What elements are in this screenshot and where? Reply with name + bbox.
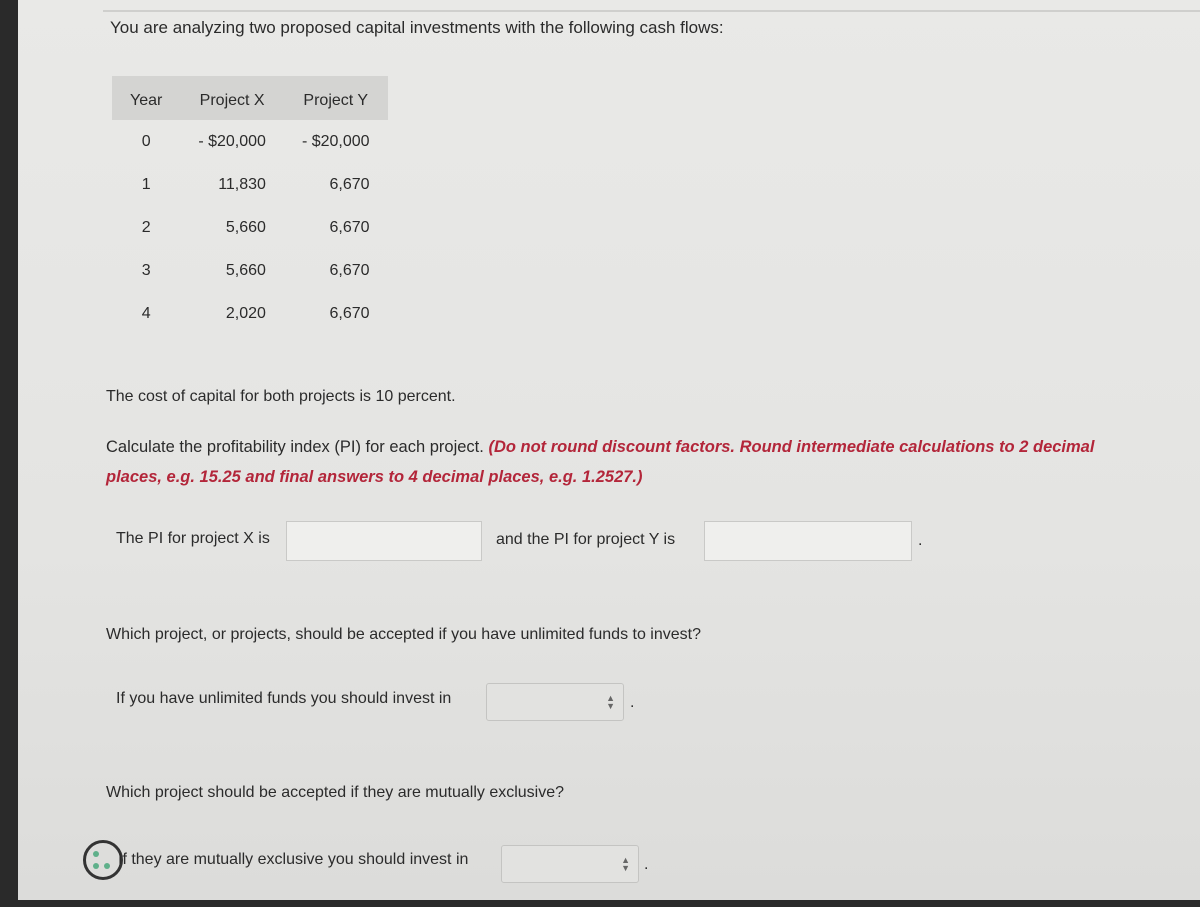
unlimited-question: Which project, or projects, should be ac… — [106, 626, 701, 643]
header-project-y: Project Y — [283, 76, 388, 120]
divider — [103, 10, 1200, 12]
project-y-cell: 6,670 — [329, 261, 370, 279]
instruction-main: Calculate the profitability index (PI) f… — [106, 438, 484, 456]
exclusive-select[interactable]: ▲ ▼ — [501, 845, 639, 883]
header-year: Year — [112, 76, 181, 120]
unlimited-select[interactable]: ▲ ▼ — [486, 683, 624, 721]
project-x-cell: 5,660 — [225, 261, 266, 279]
project-y-cell: 6,670 — [329, 175, 370, 193]
period: . — [630, 694, 635, 711]
period: . — [918, 532, 923, 549]
pi-x-label: The PI for project X is — [116, 530, 270, 547]
project-x-cell: 5,660 — [225, 218, 266, 236]
header-project-x: Project X — [180, 76, 284, 120]
select-arrows-icon: ▲ ▼ — [606, 693, 615, 711]
pi-x-input[interactable] — [286, 521, 482, 561]
table-row: 3 5,660 6,670 — [112, 249, 388, 292]
table-row: 4 2,020 6,670 — [112, 292, 388, 335]
project-y-cell: - $20,000 — [301, 132, 370, 150]
year-cell: 3 — [141, 261, 151, 279]
period: . — [644, 856, 649, 873]
table-row: 2 5,660 6,670 — [112, 206, 388, 249]
table-header-row: Year Project X Project Y — [112, 76, 388, 120]
exclusive-question: Which project should be accepted if they… — [106, 784, 565, 801]
year-cell: 0 — [141, 132, 151, 150]
year-cell: 2 — [141, 218, 151, 236]
unlimited-label: If you have unlimited funds you should i… — [116, 690, 452, 707]
table-row: 1 11,830 6,670 — [112, 163, 388, 206]
intro-text: You are analyzing two proposed capital i… — [110, 18, 724, 37]
project-x-cell: - $20,000 — [198, 132, 266, 150]
cash-flow-table: Year Project X Project Y 0 - $20,000 - $… — [112, 76, 388, 335]
project-y-cell: 6,670 — [329, 304, 370, 322]
select-arrows-icon: ▲ ▼ — [621, 855, 630, 873]
help-icon[interactable] — [83, 840, 123, 880]
instruction-text: Calculate the profitability index (PI) f… — [106, 432, 1146, 492]
pi-y-input[interactable] — [704, 521, 912, 561]
project-y-cell: 6,670 — [329, 218, 370, 236]
pi-y-label: and the PI for project Y is — [496, 531, 676, 548]
project-x-cell: 2,020 — [225, 304, 266, 322]
year-cell: 4 — [141, 304, 151, 322]
project-x-cell: 11,830 — [218, 175, 266, 193]
exclusive-label: If they are mutually exclusive you shoul… — [118, 851, 469, 868]
cost-of-capital-text: The cost of capital for both projects is… — [106, 388, 456, 405]
question-screen: You are analyzing two proposed capital i… — [18, 0, 1200, 900]
table-row: 0 - $20,000 - $20,000 — [112, 120, 388, 163]
year-cell: 1 — [141, 175, 151, 193]
